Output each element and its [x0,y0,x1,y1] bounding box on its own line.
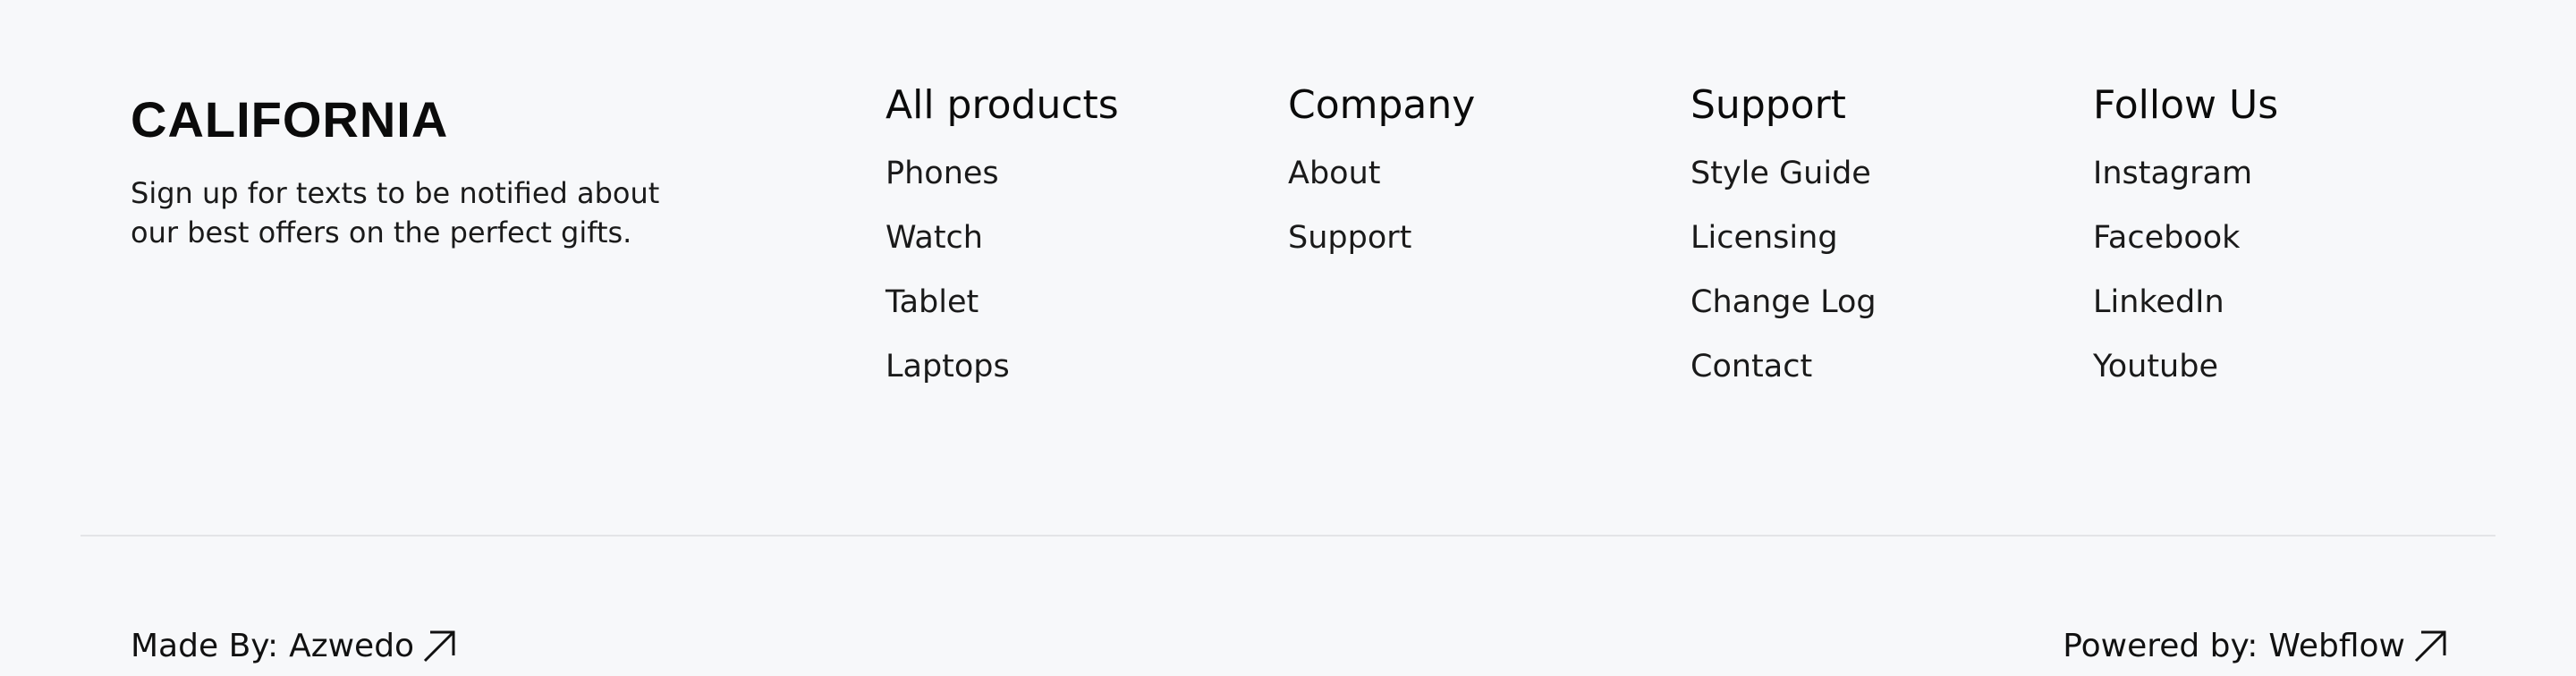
arrow-up-right-icon [2414,630,2446,662]
footer-link-youtube[interactable]: Youtube [2093,347,2278,386]
footer-link-facebook[interactable]: Facebook [2093,218,2278,258]
column-heading: Follow Us [2093,82,2279,128]
footer-link-style-guide[interactable]: Style Guide [1690,154,1877,193]
footer-column-company: Company About Support [1288,80,1475,283]
footer-column-all-products: All products Phones Watch Tablet Laptops [886,80,1119,411]
footer-link-instagram[interactable]: Instagram [2093,154,2278,193]
column-heading: All products [886,82,1119,128]
footer-link-support[interactable]: Support [1288,218,1475,258]
made-by-credit: Made By: Azwedo [131,628,457,664]
footer-link-licensing[interactable]: Licensing [1690,218,1877,258]
brand-logo[interactable]: CALIFORNIA [131,95,667,145]
made-by-link-text: Azwedo [289,628,415,664]
powered-by-credit: Powered by: Webflow [2063,628,2448,664]
powered-by-link[interactable]: Webflow [2268,628,2448,664]
footer-brand: CALIFORNIA Sign up for texts to be notif… [131,95,667,252]
made-by-link[interactable]: Azwedo [289,628,457,664]
powered-by-link-text: Webflow [2268,628,2405,664]
footer-link-about[interactable]: About [1288,154,1475,193]
footer-link-change-log[interactable]: Change Log [1690,283,1877,322]
link-list: About Support [1288,154,1475,258]
footer-link-linkedin[interactable]: LinkedIn [2093,283,2278,322]
arrow-up-right-icon [424,630,455,662]
footer-link-phones[interactable]: Phones [886,154,1119,193]
footer-column-support: Support Style Guide Licensing Change Log… [1690,80,1877,411]
footer-column-follow-us: Follow Us Instagram Facebook LinkedIn Yo… [2093,80,2278,411]
footer-link-tablet[interactable]: Tablet [886,283,1119,322]
powered-by-label: Powered by: [2063,628,2258,664]
column-heading: Support [1690,82,1846,128]
footer-divider [80,535,2496,537]
made-by-label: Made By: [131,628,279,664]
footer-link-laptops[interactable]: Laptops [886,347,1119,386]
brand-tagline: Sign up for texts to be notified about o… [131,176,660,249]
footer-link-contact[interactable]: Contact [1690,347,1877,386]
site-footer: CALIFORNIA Sign up for texts to be notif… [0,0,2576,676]
link-list: Phones Watch Tablet Laptops [886,154,1119,386]
footer-link-watch[interactable]: Watch [886,218,1119,258]
link-list: Instagram Facebook LinkedIn Youtube [2093,154,2278,386]
column-heading: Company [1288,82,1476,128]
link-list: Style Guide Licensing Change Log Contact [1690,154,1877,386]
